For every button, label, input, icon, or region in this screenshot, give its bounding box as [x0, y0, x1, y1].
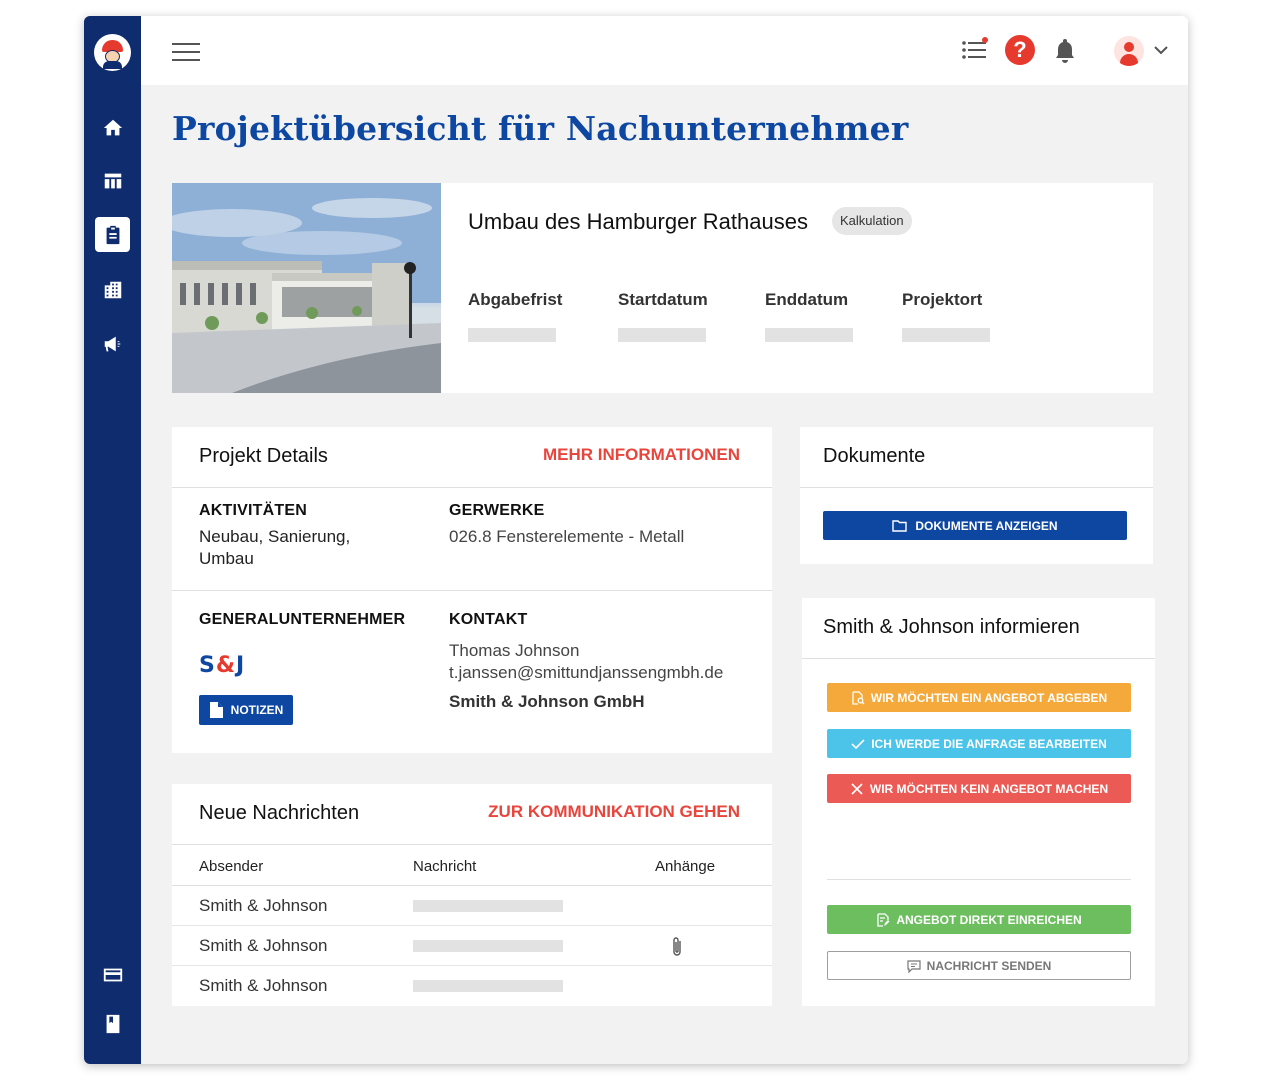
project-name: Umbau des Hamburger Rathauses	[468, 209, 808, 234]
new-messages-card: Neue Nachrichten ZUR KOMMUNIKATION GEHEN…	[172, 784, 772, 1006]
notes-button[interactable]: NOTIZEN	[199, 695, 293, 725]
general-contractor-logo: S&J	[199, 653, 246, 678]
paperclip-icon[interactable]	[670, 936, 684, 963]
card-header: Projekt Details MEHR INFORMATIONEN	[172, 427, 772, 488]
meta-value-placeholder	[618, 328, 706, 342]
building-icon[interactable]	[98, 275, 127, 304]
contact-company: Smith & Johnson GmbH	[449, 692, 645, 711]
top-bar: ?	[141, 16, 1188, 85]
contact-email[interactable]: t.janssen@smittundjanssengmbh.de	[449, 662, 723, 684]
meta-end-date: Enddatum	[765, 290, 853, 342]
card-header: Smith & Johnson informieren	[802, 598, 1155, 659]
inform-card: Smith & Johnson informieren WIR MÖCHTEN …	[802, 598, 1155, 1006]
contact-label: KONTAKT	[449, 611, 528, 628]
card-title: Projekt Details	[199, 445, 328, 467]
table-row[interactable]: Smith & Johnson	[172, 926, 772, 966]
meta-start-date: Startdatum	[618, 290, 708, 342]
meta-label: Enddatum	[765, 290, 849, 309]
trades-value: 026.8 Fensterelemente - Metall	[449, 527, 685, 546]
user-avatar-icon[interactable]	[1114, 36, 1144, 66]
column-header: Nachricht	[413, 858, 477, 875]
bell-icon[interactable]	[1049, 34, 1081, 66]
help-icon[interactable]: ?	[1004, 34, 1036, 66]
show-documents-button[interactable]: DOKUMENTE ANZEIGEN	[823, 511, 1127, 540]
divider	[172, 590, 772, 591]
send-message-button[interactable]: NACHRICHT SENDEN	[827, 951, 1131, 980]
meta-deadline: Abgabefrist	[468, 290, 562, 342]
contact-name: Thomas Johnson	[449, 641, 580, 660]
activities-label: AKTIVITÄTEN	[199, 502, 307, 519]
message-sender: Smith & Johnson	[199, 936, 328, 955]
meta-label: Projektort	[902, 290, 983, 309]
submit-offer-intent-button[interactable]: WIR MÖCHTEN EIN ANGEBOT ABGEBEN	[827, 683, 1131, 712]
chat-icon	[907, 959, 921, 973]
document-edit-icon	[877, 912, 890, 927]
activities-value: Neubau, Sanierung, Umbau	[199, 527, 351, 568]
home-icon[interactable]	[98, 113, 127, 142]
chevron-down-icon[interactable]	[1153, 42, 1169, 63]
meta-value-placeholder	[765, 328, 853, 342]
message-placeholder	[413, 900, 563, 912]
app-window: ? Projektübersicht für Nachunternehmer U…	[84, 16, 1188, 1064]
document-search-icon	[852, 690, 865, 705]
meta-location: Projektort	[902, 290, 990, 342]
trades-label: GERWERKE	[449, 502, 545, 519]
message-sender: Smith & Johnson	[199, 896, 328, 915]
divider	[827, 879, 1131, 880]
task-list-icon[interactable]	[958, 34, 990, 66]
table-row[interactable]: Smith & Johnson	[172, 966, 772, 1006]
card-title: Neue Nachrichten	[199, 802, 360, 824]
menu-icon[interactable]	[172, 43, 200, 61]
project-image	[172, 183, 441, 393]
card-header: Dokumente	[800, 427, 1153, 488]
meta-value-placeholder	[468, 328, 556, 342]
general-contractor-label: GENERALUNTERNEHMER	[199, 611, 406, 628]
message-sender: Smith & Johnson	[199, 976, 328, 995]
clipboard-icon[interactable]	[95, 217, 130, 252]
check-icon	[851, 738, 865, 749]
submit-offer-directly-button[interactable]: ANGEBOT DIREKT EINREICHEN	[827, 905, 1131, 934]
page-title: Projektübersicht für Nachunternehmer	[172, 109, 909, 148]
status-badge: Kalkulation	[832, 207, 912, 235]
app-logo[interactable]	[94, 34, 131, 71]
meta-value-placeholder	[902, 328, 990, 342]
credit-card-icon[interactable]	[98, 960, 127, 989]
megaphone-icon[interactable]	[98, 329, 127, 358]
project-card: Umbau des Hamburger Rathauses Kalkulatio…	[172, 183, 1153, 393]
column-header: Absender	[199, 858, 264, 875]
more-info-link[interactable]: MEHR INFORMATIONEN	[543, 445, 740, 465]
column-header: Anhänge	[655, 858, 716, 875]
documents-card: Dokumente DOKUMENTE ANZEIGEN	[800, 427, 1153, 564]
sidebar	[84, 16, 141, 1064]
table-icon[interactable]	[98, 166, 127, 195]
process-request-button[interactable]: ICH WERDE DIE ANFRAGE BEARBEITEN	[827, 729, 1131, 758]
card-title: Dokumente	[823, 445, 926, 467]
message-placeholder	[413, 980, 563, 992]
table-row[interactable]: Smith & Johnson	[172, 886, 772, 926]
book-icon[interactable]	[98, 1009, 127, 1038]
card-header: Neue Nachrichten ZUR KOMMUNIKATION GEHEN	[172, 784, 772, 845]
message-placeholder	[413, 940, 563, 952]
project-details-card: Projekt Details MEHR INFORMATIONEN AKTIV…	[172, 427, 772, 753]
folder-icon	[892, 519, 908, 532]
decline-offer-button[interactable]: WIR MÖCHTEN KEIN ANGEBOT MACHEN	[827, 774, 1131, 803]
go-to-communication-link[interactable]: ZUR KOMMUNIKATION GEHEN	[488, 802, 740, 822]
meta-label: Startdatum	[618, 290, 708, 309]
card-title: Smith & Johnson informieren	[823, 616, 1080, 638]
document-icon	[209, 702, 223, 718]
table-header: Absender Nachricht Anhänge	[172, 846, 772, 886]
meta-label: Abgabefrist	[468, 290, 563, 309]
close-icon	[851, 782, 863, 795]
